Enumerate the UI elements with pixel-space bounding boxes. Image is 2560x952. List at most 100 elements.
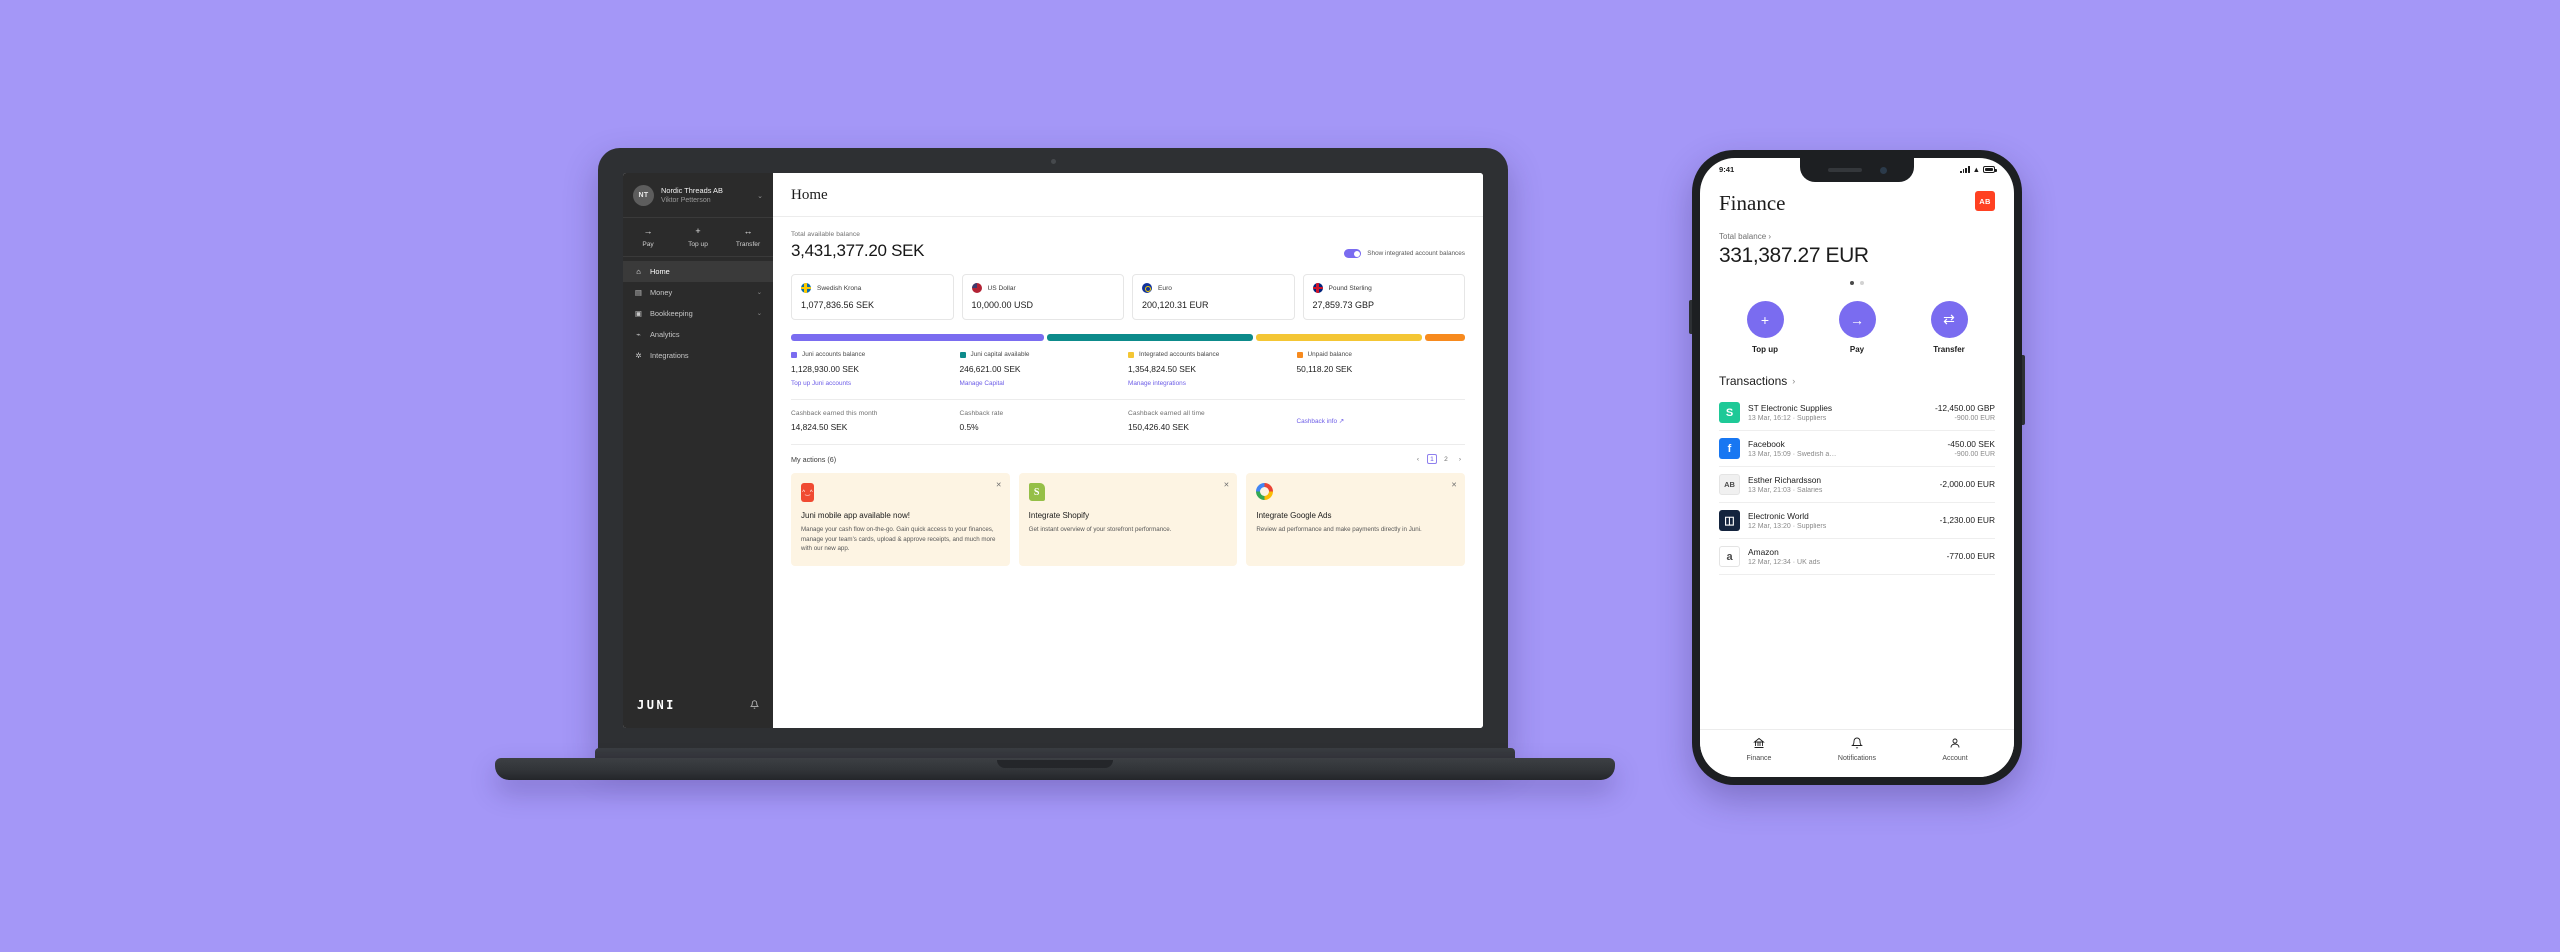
total-balance-label[interactable]: Total balance ›	[1719, 232, 1995, 241]
transactions-header[interactable]: Transactions ›	[1719, 374, 1995, 388]
bell-icon[interactable]	[749, 699, 760, 711]
sidebar-item-analytics[interactable]: ⌁ Analytics	[623, 324, 773, 345]
bottom-tab-bar: Finance Notifications Account	[1700, 729, 2014, 777]
currency-name: Pound Sterling	[1328, 284, 1372, 292]
total-balance-block: Total available balance 3,431,377.20 SEK	[791, 231, 925, 261]
segment-integrated	[1255, 334, 1423, 341]
cashback-rate: Cashback rate 0.5%	[960, 410, 1129, 432]
breakdown-juni-capital: Juni capital available 246,621.00 SEK Ma…	[959, 351, 1129, 387]
transaction-name: Electronic World	[1748, 511, 1809, 521]
close-icon[interactable]: ✕	[1451, 481, 1457, 489]
cashback-amount: 0.5%	[959, 422, 979, 432]
google-icon	[1256, 483, 1274, 502]
carousel-dot-2[interactable]	[1860, 281, 1864, 285]
page-1-button[interactable]: 1	[1427, 454, 1437, 464]
phone-body: Finance AB Total balance › 331,387.27 EU…	[1700, 191, 2014, 575]
tab-notifications[interactable]: Notifications	[1808, 737, 1906, 777]
org-avatar: NT	[633, 185, 654, 206]
breakdown-label: Integrated accounts balance	[1139, 351, 1220, 358]
tab-account[interactable]: Account	[1906, 737, 2004, 777]
next-page-button[interactable]: ›	[1455, 454, 1465, 464]
shopify-glyph: S	[1028, 483, 1045, 501]
main-content: Home Total available balance 3,431,377.2…	[773, 173, 1483, 728]
transaction-subamount: -900.00 EUR	[1954, 415, 1995, 422]
pay-button[interactable]: → Pay	[1838, 301, 1876, 354]
quick-action-pay[interactable]: → Pay	[623, 226, 673, 248]
transaction-subamount: -900.00 EUR	[1954, 451, 1995, 458]
close-icon[interactable]: ✕	[996, 481, 1002, 489]
currency-card-sek[interactable]: Swedish Krona 1,077,836.56 SEK	[791, 274, 954, 320]
transaction-meta: 12 Mar, 13:20 · Suppliers	[1748, 523, 1827, 530]
cashback-info-link[interactable]: Cashback info ↗	[1297, 418, 1345, 425]
currency-card-eur[interactable]: Euro 200,120.31 EUR	[1132, 274, 1295, 320]
cashback-label: Cashback earned this month	[791, 410, 878, 417]
juni-app-icon: ^‿^	[801, 483, 818, 502]
currency-amount: 1,077,836.56 SEK	[801, 300, 875, 310]
breakdown-juni-accounts: Juni accounts balance 1,128,930.00 SEK T…	[791, 351, 960, 387]
sidebar-item-bookkeeping[interactable]: ▣ Bookkeeping ⌄	[623, 303, 773, 324]
topup-button[interactable]: + Top up	[1746, 301, 1784, 354]
manage-integrations-link[interactable]: Manage integrations	[1128, 380, 1297, 387]
list-item[interactable]: ◫ Electronic World 12 Mar, 13:20 · Suppl…	[1719, 503, 1995, 539]
quick-action-topup[interactable]: + Top up	[673, 226, 723, 248]
tab-finance[interactable]: Finance	[1710, 737, 1808, 777]
currency-card-usd[interactable]: US Dollar 10,000.00 USD	[961, 274, 1124, 320]
list-item[interactable]: a Amazon 12 Mar, 12:34 · UK ads -770.00 …	[1719, 539, 1995, 575]
avatar[interactable]: AB	[1975, 191, 1995, 211]
sidebar-item-home[interactable]: ⌂ Home	[623, 260, 773, 282]
merchant-logo-icon: a	[1719, 546, 1740, 567]
list-item[interactable]: f Facebook 13 Mar, 15:09 · Swedish a… -4…	[1719, 431, 1995, 467]
org-text: Nordic Threads AB Viktor Petterson	[661, 186, 750, 205]
phone-screen: 9:41 ▲ Finance AB Total balance › 331,38…	[1700, 158, 2014, 777]
sidebar-item-money[interactable]: ▤ Money ⌄	[623, 282, 773, 303]
org-name: Nordic Threads AB	[661, 185, 723, 195]
currency-cards: Swedish Krona 1,077,836.56 SEK US Dollar…	[791, 274, 1465, 320]
list-item[interactable]: S ST Electronic Supplies 13 Mar, 16:12 ·…	[1719, 395, 1995, 431]
sidebar-item-integrations[interactable]: ✲ Integrations	[623, 345, 773, 366]
close-icon[interactable]: ✕	[1223, 481, 1229, 489]
currency-card-gbp[interactable]: Pound Sterling 27,859.73 GBP	[1302, 274, 1465, 320]
sidebar-item-label: Analytics	[650, 329, 680, 339]
topup-juni-accounts-link[interactable]: Top up Juni accounts	[791, 380, 960, 387]
shopify-icon: S	[1028, 483, 1046, 502]
toggle-switch[interactable]	[1344, 249, 1362, 258]
front-camera-icon	[1879, 166, 1887, 174]
quick-actions: → Pay + Top up ↔ Transfer	[623, 217, 773, 257]
chevron-down-icon: ⌄	[756, 310, 762, 318]
quick-action-transfer[interactable]: ↔ Transfer	[723, 226, 773, 248]
integrated-balances-toggle[interactable]: Show integrated account balances	[1344, 249, 1465, 261]
manage-capital-link[interactable]: Manage Capital	[960, 380, 1129, 387]
laptop-notch	[997, 760, 1113, 768]
list-item[interactable]: AB Esther Richardsson 13 Mar, 21:03 · Sa…	[1719, 467, 1995, 503]
prev-page-button[interactable]: ‹	[1413, 454, 1423, 464]
page-body: Total available balance 3,431,377.20 SEK…	[773, 217, 1483, 728]
total-balance-row: Total available balance 3,431,377.20 SEK…	[791, 231, 1465, 261]
promo-card-shopify[interactable]: ✕ S Integrate Shopify Get instant overvi…	[1018, 473, 1238, 566]
transfer-icon: ↔	[743, 226, 753, 236]
transaction-info: Electronic World 12 Mar, 13:20 · Supplie…	[1748, 511, 1932, 530]
transfer-button[interactable]: ⇄ Transfer	[1930, 301, 1968, 354]
total-balance-label: Total available balance	[791, 231, 861, 238]
phone-page-title: Finance	[1719, 191, 1786, 215]
carousel-dot-1[interactable]	[1850, 281, 1854, 285]
promo-title: Integrate Google Ads	[1256, 511, 1332, 520]
transaction-amounts: -2,000.00 EUR	[1940, 479, 1995, 491]
chart-icon: ⌁	[636, 329, 641, 339]
phone-glyph: ^‿^	[801, 483, 814, 502]
transaction-meta: 13 Mar, 21:03 · Salaries	[1748, 487, 1823, 494]
sidebar: NT Nordic Threads AB Viktor Petterson ⌄ …	[623, 173, 773, 728]
breakdown-amount: 246,621.00 SEK	[959, 364, 1021, 374]
status-time: 9:41	[1719, 165, 1735, 174]
org-switcher[interactable]: NT Nordic Threads AB Viktor Petterson ⌄	[623, 173, 773, 217]
promo-card-juni-app[interactable]: ✕ ^‿^ Juni mobile app available now! Man…	[791, 473, 1010, 566]
quick-action-label: Top up	[688, 240, 708, 248]
wifi-icon: ▲	[1972, 164, 1980, 174]
promo-card-google-ads[interactable]: ✕ Integrate Google Ads Review ad perform…	[1246, 473, 1466, 566]
legend-dot	[1296, 351, 1303, 358]
page-2-button[interactable]: 2	[1441, 454, 1451, 464]
action-label: Transfer	[1933, 345, 1965, 354]
carousel-dots[interactable]	[1719, 281, 1995, 285]
transaction-name: ST Electronic Supplies	[1748, 403, 1833, 413]
transaction-amount: -770.00 EUR	[1946, 550, 1995, 561]
plug-icon: ✲	[635, 350, 642, 360]
